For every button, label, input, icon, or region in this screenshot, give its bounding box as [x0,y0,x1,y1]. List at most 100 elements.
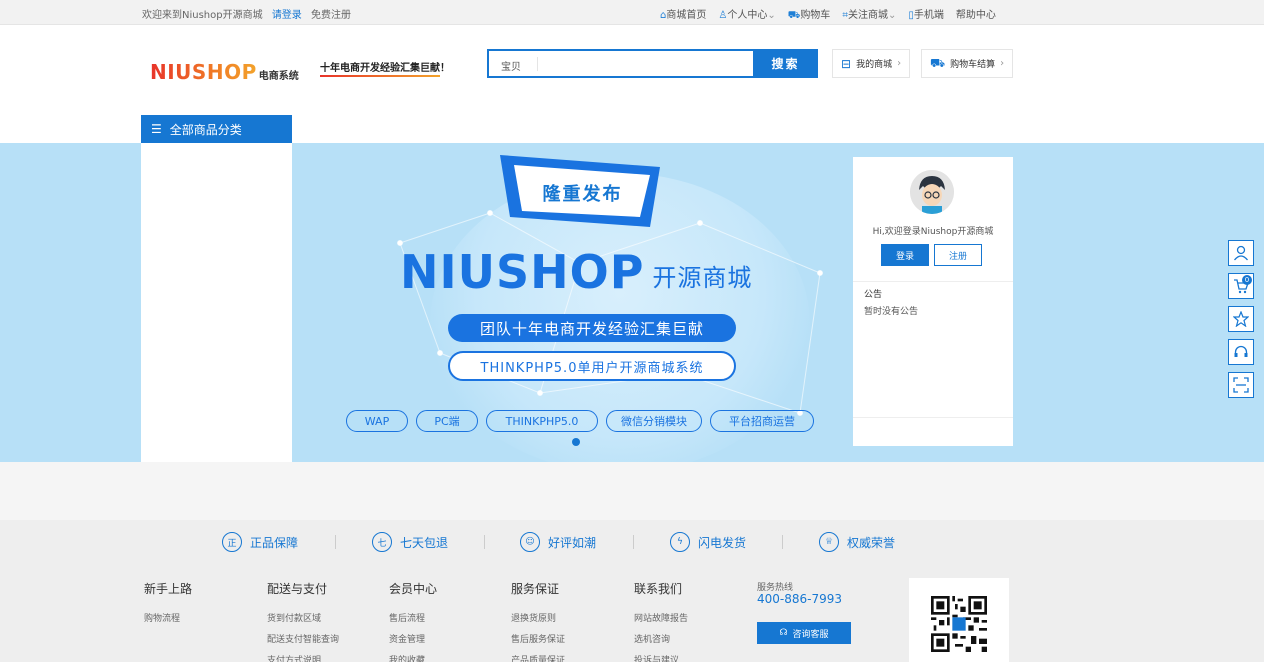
divider [335,535,336,549]
welcome-text: 欢迎来到Niushop开源商城 [142,10,263,21]
topbar-right: ⌂商城首页 ♙个人中心⌄ ⛟购物车 ⌗关注商城⌄ ▯手机端 帮助中心 [660,6,996,23]
feature-chips: WAP PC端 THINKPHP5.0 微信分销模块 平台招商运营 [346,410,814,432]
slogan-underline [320,75,440,77]
logo-sub: 电商系统 [258,71,299,82]
mall-icon: ⊟ [841,56,852,71]
footer-link[interactable]: 货到付款区域 [267,611,339,624]
search-input[interactable] [544,55,744,73]
topbar-follow-link[interactable]: ⌗关注商城⌄ [842,6,896,23]
footer-link[interactable]: 售后服务保证 [511,632,565,645]
header-slogan: 十年电商开发经验汇集巨献！ [320,63,450,74]
topbar-mobile-link[interactable]: ▯手机端 [908,6,944,23]
divider [853,417,1013,418]
chevron-right-icon: › [897,58,902,69]
footer-link[interactable]: 退换货原则 [511,611,565,624]
genuine-icon: 正 [222,532,242,552]
qr-code-graphic [931,596,987,652]
footer-link[interactable]: 售后流程 [389,611,437,624]
avatar-illustration [910,170,954,214]
guarantee-genuine: 正 正品保障 [222,532,298,552]
chevron-down-icon: ⌄ [767,10,776,21]
avatar [910,170,954,214]
hero-banner[interactable]: 隆重发布 NIUSHOP 开源商城 团队十年电商开发经验汇集巨献 THINKPHP… [0,143,1264,462]
headset-icon [1234,345,1248,357]
footer-link[interactable]: 购物流程 [144,611,192,624]
footer-column-title: 服务保证 [511,582,560,596]
topbar-cart-link[interactable]: ⛟购物车 [788,6,831,23]
banner-title: NIUSHOP 开源商城 [400,245,753,299]
sidebar-scan-button[interactable] [1228,372,1254,398]
user-welcome-text: Hi,欢迎登录Niushop开源商城 [872,227,994,237]
sidebar-user-button[interactable] [1228,240,1254,266]
search-type-tag[interactable]: 宝贝 [501,58,521,73]
divider [853,281,1013,282]
register-button[interactable]: 注册 [934,244,982,266]
crown-icon: ♕ [819,532,839,552]
search-button[interactable]: 搜索 [753,49,818,78]
chevron-down-icon: ⌄ [887,10,897,21]
login-button[interactable]: 登录 [881,244,929,266]
guarantee-reviews: ☺ 好评如潮 [520,532,596,552]
footer: 正 正品保障 七 七天包退 ☺ 好评如潮 ϟ 闪电发货 ♕ 权威荣誉 新手上路 … [0,520,1264,662]
logo-brand: NIUSHOP [150,60,257,84]
footer-link[interactable]: 我的收藏 [389,653,437,662]
all-categories-button[interactable]: ☰ 全部商品分类 [141,115,292,143]
footer-column-title: 配送与支付 [267,582,328,596]
feature-chip: THINKPHP5.0 [486,410,598,432]
top-bar: 欢迎来到Niushop开源商城 请登录 免费注册 ⌂商城首页 ♙个人中心⌄ ⛟购… [0,0,1264,25]
topbar-home-link[interactable]: ⌂商城首页 [660,6,706,23]
search-box: 宝贝 搜索 [487,49,818,78]
footer-link[interactable]: 支付方式说明 [267,653,339,662]
footer-link[interactable]: 产品质量保证 [511,653,565,662]
topbar-login-link[interactable]: 请登录 [272,10,302,21]
my-mall-button[interactable]: ⊟ 我的商城 › [832,49,911,78]
guarantee-shipping: ϟ 闪电发货 [670,532,746,552]
divider [782,535,783,549]
sidebar-favorite-button[interactable] [1228,306,1254,332]
hotline-number: 400-886-7993 [757,592,843,606]
topbar-register-link[interactable]: 免费注册 [311,10,351,21]
feature-chip: WAP [346,410,408,432]
footer-link[interactable]: 选机咨询 [634,632,688,645]
feature-chip: PC端 [416,410,478,432]
topbar-user-center-link[interactable]: ♙个人中心⌄ [718,6,775,23]
smile-icon: ☺ [520,532,540,552]
category-panel [141,143,292,462]
topbar-left: 欢迎来到Niushop开源商城 请登录 免费注册 [142,6,351,21]
footer-link[interactable]: 资金管理 [389,632,437,645]
user-panel: Hi,欢迎登录Niushop开源商城 登录 注册 公告 暂时没有公告 [853,157,1013,446]
footer-column-title: 联系我们 [634,582,683,596]
divider [633,535,634,549]
footer-column-service: 服务保证 退换货原则 售后服务保证 产品质量保证 [511,580,565,662]
sidebar-cart-button[interactable]: 0 [1228,273,1254,299]
footer-column-title: 新手上路 [144,582,193,596]
footer-column-newbie: 新手上路 购物流程 [144,580,192,632]
qr-code [909,578,1009,662]
feature-chip: 微信分销模块 [606,410,702,432]
lightning-icon: ϟ [670,532,690,552]
user-icon [1233,245,1249,261]
footer-link[interactable]: 配送支付智能查询 [267,632,339,645]
menu-icon: ☰ [151,122,162,136]
topbar-help-link[interactable]: 帮助中心 [956,6,996,23]
cart-count-badge: 0 [1242,275,1252,285]
footer-column-member: 会员中心 售后流程 资金管理 我的收藏 [389,580,437,662]
feature-chip: 平台招商运营 [710,410,814,432]
site-logo[interactable]: NIUSHOP 电商系统 [150,60,299,84]
notice-title: 公告 [864,290,883,300]
cart-icon: ⛟ [930,55,946,70]
footer-column-title: 会员中心 [389,582,438,596]
star-icon [1233,311,1249,327]
user-icon: ♙ [718,10,728,21]
scan-icon [1233,377,1249,393]
cart-icon: ⛟ [787,10,801,21]
headset-icon: ☊ [779,628,788,638]
footer-link[interactable]: 投诉与建议 [634,653,688,662]
consult-service-button[interactable]: ☊ 咨询客服 [757,622,851,644]
release-tag-text: 隆重发布 [542,184,623,205]
carousel-dot[interactable] [572,438,580,446]
sidebar-service-button[interactable] [1228,339,1254,365]
cart-checkout-button[interactable]: ⛟ 购物车结算 › [921,49,1014,78]
search-divider [537,57,538,71]
footer-link[interactable]: 网站故障报告 [634,611,688,624]
